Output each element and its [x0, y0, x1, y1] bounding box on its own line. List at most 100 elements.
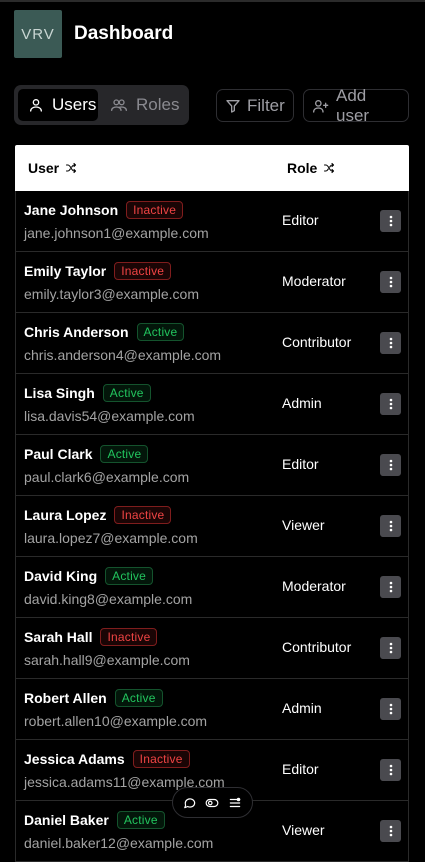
user-role: Admin	[282, 395, 322, 411]
user-role: Viewer	[282, 517, 325, 533]
row-actions-button[interactable]	[380, 393, 401, 415]
status-badge: Inactive	[114, 262, 172, 280]
user-name: Chris Anderson	[24, 324, 129, 340]
user-role: Contributor	[282, 334, 352, 350]
user-name: Robert Allen	[24, 690, 107, 706]
list-icon[interactable]	[226, 794, 244, 812]
user-role: Editor	[282, 456, 319, 472]
user-cell: Daniel Baker Active	[24, 811, 165, 829]
tab-users-label: Users	[52, 95, 97, 114]
row-actions-button[interactable]	[380, 271, 401, 293]
user-email: sarah.hall9@example.com	[24, 652, 190, 668]
user-email: jane.johnson1@example.com	[24, 225, 209, 241]
user-email: laura.lopez7@example.com	[24, 530, 198, 546]
row-actions-button[interactable]	[380, 759, 401, 781]
user-cell: Chris Anderson Active	[24, 323, 185, 341]
table-header: User Role	[15, 145, 409, 191]
user-name: Jessica Adams	[24, 751, 125, 767]
user-name: Emily Taylor	[24, 263, 107, 279]
user-role: Admin	[282, 700, 322, 716]
user-cell: Laura Lopez Inactive	[24, 506, 172, 524]
user-name: Daniel Baker	[24, 812, 109, 828]
user-cell: David King Active	[24, 567, 154, 585]
tab-roles-label: Roles	[136, 95, 180, 114]
row-actions-button[interactable]	[380, 515, 401, 537]
row-actions-button[interactable]	[380, 637, 401, 659]
table-row[interactable]: Chris Anderson Active chris.anderson4@exam…	[16, 313, 408, 374]
more-vertical-icon	[389, 581, 393, 593]
row-actions-button[interactable]	[380, 576, 401, 598]
user-role: Viewer	[282, 822, 325, 838]
user-cell: Sarah Hall Inactive	[24, 628, 158, 646]
table-row[interactable]: Sarah Hall Inactive sarah.hall9@example.co…	[16, 618, 408, 679]
more-vertical-icon	[389, 520, 393, 532]
app-logo: VRV	[14, 10, 62, 58]
user-email: emily.taylor3@example.com	[24, 286, 200, 302]
user-role: Contributor	[282, 639, 352, 655]
status-badge: Inactive	[126, 201, 184, 219]
status-badge: Active	[102, 384, 151, 402]
add-user-label: Add user	[336, 85, 370, 125]
more-vertical-icon	[389, 703, 393, 715]
more-vertical-icon	[389, 276, 393, 288]
table-row[interactable]: Paul Clark Active paul.clark6@example.com E…	[16, 435, 408, 496]
table-row[interactable]: David King Active david.king8@example.com M…	[16, 557, 408, 618]
add-user-button[interactable]: Add user	[303, 86, 409, 125]
user-plus-icon	[312, 98, 330, 114]
user-email: paul.clark6@example.com	[24, 469, 190, 485]
table-body: Jane Johnson Inactive jane.johnson1@exampl…	[15, 191, 409, 862]
more-vertical-icon	[389, 764, 393, 776]
floating-toolbar	[172, 787, 253, 818]
user-cell: Jane Johnson Inactive	[24, 201, 184, 219]
user-email: daniel.baker12@example.com	[24, 835, 214, 851]
status-badge: Inactive	[132, 750, 190, 768]
user-name: Sarah Hall	[24, 629, 93, 645]
column-user-label: User	[28, 160, 60, 176]
comment-icon[interactable]	[181, 794, 199, 812]
user-email: robert.allen10@example.com	[24, 713, 208, 729]
user-role: Moderator	[282, 273, 346, 289]
tab-roles[interactable]: Roles	[100, 89, 189, 121]
table-row[interactable]: Lisa Singh Active lisa.davis54@example.com…	[16, 374, 408, 435]
user-name: David King	[24, 568, 98, 584]
row-actions-button[interactable]	[380, 698, 401, 720]
table-row[interactable]: Jane Johnson Inactive jane.johnson1@exampl…	[16, 191, 408, 252]
status-badge: Active	[116, 811, 165, 829]
user-icon	[28, 97, 44, 113]
row-actions-button[interactable]	[380, 210, 401, 232]
users-icon	[110, 97, 128, 113]
row-actions-button[interactable]	[380, 454, 401, 476]
more-vertical-icon	[389, 825, 393, 837]
more-vertical-icon	[389, 337, 393, 349]
more-vertical-icon	[389, 459, 393, 471]
user-cell: Paul Clark Active	[24, 445, 149, 463]
row-actions-button[interactable]	[380, 332, 401, 354]
table-row[interactable]: Laura Lopez Inactive laura.lopez7@example.…	[16, 496, 408, 557]
toggle-icon[interactable]	[203, 794, 221, 812]
user-name: Lisa Singh	[24, 385, 95, 401]
row-actions-button[interactable]	[380, 820, 401, 842]
more-vertical-icon	[389, 642, 393, 654]
view-switcher: Users Roles	[14, 85, 189, 125]
filter-label: Filter	[247, 95, 285, 115]
table-row[interactable]: Emily Taylor Inactive emily.taylor3@exampl…	[16, 252, 408, 313]
user-email: chris.anderson4@example.com	[24, 347, 222, 363]
status-badge: Active	[136, 323, 185, 341]
user-cell: Lisa Singh Active	[24, 384, 151, 402]
filter-button[interactable]: Filter	[216, 89, 294, 122]
filter-icon	[225, 98, 241, 114]
column-header-user[interactable]: User	[28, 160, 77, 176]
user-name: Jane Johnson	[24, 202, 119, 218]
users-table: User Role Jane Johnson Inactive jane.johns…	[15, 145, 409, 862]
status-badge: Active	[105, 567, 154, 585]
shuffle-icon	[323, 162, 335, 174]
status-badge: Active	[114, 689, 163, 707]
table-row[interactable]: Robert Allen Active robert.allen10@example…	[16, 679, 408, 740]
more-vertical-icon	[389, 215, 393, 227]
shuffle-icon	[65, 162, 77, 174]
user-role: Moderator	[282, 578, 346, 594]
user-name: Laura Lopez	[24, 507, 107, 523]
column-header-role[interactable]: Role	[287, 160, 335, 176]
tab-users[interactable]: Users	[18, 89, 98, 121]
user-cell: Robert Allen Active	[24, 689, 163, 707]
